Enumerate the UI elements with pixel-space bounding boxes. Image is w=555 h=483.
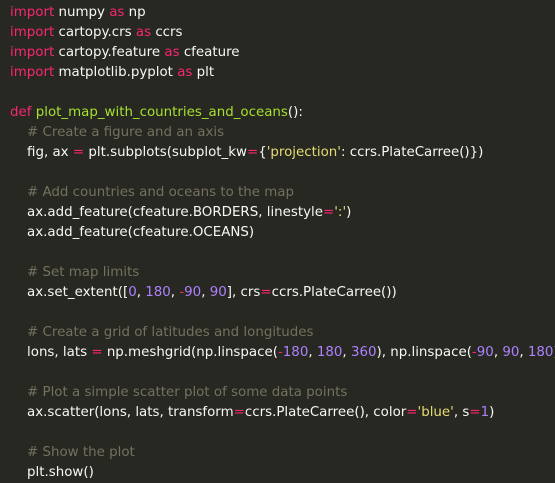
code-line: # Plot a simple scatter plot of some dat… bbox=[10, 383, 555, 403]
function-name-token: plot_map_with_countries_and_oceans bbox=[35, 105, 288, 120]
keyword-token: import bbox=[10, 5, 55, 20]
keyword-token: as bbox=[109, 5, 125, 20]
number-token: 180 bbox=[145, 285, 171, 300]
keyword-token: = bbox=[91, 345, 103, 360]
code-token: ax.add_feature(cfeature.BORDERS, linesty… bbox=[10, 205, 324, 220]
number-token: 90 bbox=[209, 285, 227, 300]
code-token: { bbox=[258, 145, 267, 160]
keyword-token: import bbox=[10, 65, 55, 80]
code-line: import cartopy.feature as cfeature bbox=[10, 43, 555, 63]
code-line: ax.set_extent([0, 180, -90, 90], crs=ccr… bbox=[10, 283, 555, 303]
code-line: # Show the plot bbox=[10, 443, 555, 463]
code-token: , bbox=[308, 345, 317, 360]
number-token: 90 bbox=[184, 285, 202, 300]
number-token: 360 bbox=[350, 345, 377, 360]
number-token: 0 bbox=[128, 285, 137, 300]
code-token: lons, lats bbox=[10, 345, 92, 360]
keyword-token: = bbox=[233, 405, 245, 420]
code-line: # Set map limits bbox=[10, 263, 555, 283]
keyword-token: as bbox=[177, 65, 193, 80]
code-token: ), np.linspace( bbox=[376, 345, 472, 360]
code-line: import numpy as np bbox=[10, 3, 555, 23]
code-token: ccrs bbox=[151, 25, 183, 40]
comment-token: # Plot a simple scatter plot of some dat… bbox=[10, 385, 348, 400]
code-line: # Add countries and oceans to the map bbox=[10, 183, 555, 203]
code-token: numpy bbox=[54, 5, 110, 20]
code-token: , bbox=[136, 285, 146, 300]
number-token: 90 bbox=[502, 345, 520, 360]
code-token: ccrs.PlateCarree(), color bbox=[244, 405, 407, 420]
number-token: 180 bbox=[282, 345, 309, 360]
code-token: ax.set_extent([ bbox=[10, 285, 129, 300]
code-token: , s bbox=[453, 405, 470, 420]
code-token: ) bbox=[346, 205, 352, 220]
code-line: ax.add_feature(cfeature.OCEANS) bbox=[10, 223, 555, 243]
string-token: ':' bbox=[334, 205, 347, 220]
code-line: def plot_map_with_countries_and_oceans()… bbox=[10, 103, 555, 123]
code-token: cartopy.feature bbox=[54, 45, 165, 60]
number-token: 90 bbox=[476, 345, 494, 360]
code-line: ax.scatter(lons, lats, transform=ccrs.Pl… bbox=[10, 403, 555, 423]
code-token: ax.add_feature(cfeature.OCEANS) bbox=[10, 225, 255, 240]
keyword-token: = bbox=[72, 145, 85, 160]
code-line: fig, ax = plt.subplots(subplot_kw={'proj… bbox=[10, 143, 555, 163]
code-token: ccrs.PlateCarree()) bbox=[271, 285, 397, 300]
code-token: plt.show() bbox=[10, 465, 94, 480]
comment-token: # Create a figure and an axis bbox=[10, 125, 225, 140]
keyword-token: as bbox=[135, 25, 152, 40]
comment-token: # Set map limits bbox=[10, 265, 140, 280]
keyword-token: def bbox=[10, 105, 32, 120]
keyword-token: as bbox=[164, 45, 180, 60]
number-token: 1 bbox=[480, 405, 490, 420]
code-line: import matplotlib.pyplot as plt bbox=[10, 63, 555, 83]
code-token: , bbox=[342, 345, 351, 360]
code-token: ], crs bbox=[226, 285, 261, 300]
code-token: cartopy.crs bbox=[54, 25, 136, 40]
code-token: cfeature bbox=[179, 45, 240, 60]
code-token: np.meshgrid(np.linspace( bbox=[102, 345, 278, 360]
comment-token: # Show the plot bbox=[10, 445, 135, 460]
comment-token: # Add countries and oceans to the map bbox=[10, 185, 295, 200]
code-line: plt.show() bbox=[10, 463, 555, 483]
code-token: np bbox=[124, 5, 146, 20]
code-line: lons, lats = np.meshgrid(np.linspace(-18… bbox=[10, 343, 555, 363]
number-token: 180 bbox=[527, 345, 554, 360]
keyword-token: import bbox=[10, 45, 55, 60]
keyword-token: = bbox=[260, 285, 272, 300]
code-token: ) bbox=[489, 405, 495, 420]
code-line: ax.add_feature(cfeature.BORDERS, linesty… bbox=[10, 203, 555, 223]
string-token: 'projection' bbox=[266, 145, 341, 160]
code-token: , bbox=[201, 285, 210, 300]
code-token: matplotlib.pyplot bbox=[54, 65, 178, 80]
code-editor[interactable]: import numpy as np import cartopy.crs as … bbox=[0, 0, 555, 480]
keyword-token: = bbox=[246, 145, 259, 160]
comment-token: # Create a grid of latitudes and longitu… bbox=[10, 325, 314, 340]
string-token: 'blue' bbox=[417, 405, 454, 420]
code-token: plt bbox=[192, 65, 215, 80]
code-token: plt.subplots(subplot_kw bbox=[84, 145, 247, 160]
keyword-token: import bbox=[10, 25, 55, 40]
code-token: fig, ax bbox=[10, 145, 73, 160]
code-line: # Create a grid of latitudes and longitu… bbox=[10, 323, 555, 343]
code-token: (): bbox=[287, 105, 303, 120]
code-line: import cartopy.crs as ccrs bbox=[10, 23, 555, 43]
code-token: , bbox=[519, 345, 528, 360]
keyword-token: = bbox=[469, 405, 481, 420]
code-token: : ccrs.PlateCarree()}) bbox=[340, 145, 484, 160]
keyword-token: = bbox=[323, 205, 335, 220]
keyword-token: = bbox=[406, 405, 418, 420]
number-token: 180 bbox=[316, 345, 343, 360]
code-line: # Create a figure and an axis bbox=[10, 123, 555, 143]
code-token: ax.scatter(lons, lats, transform bbox=[10, 405, 234, 420]
